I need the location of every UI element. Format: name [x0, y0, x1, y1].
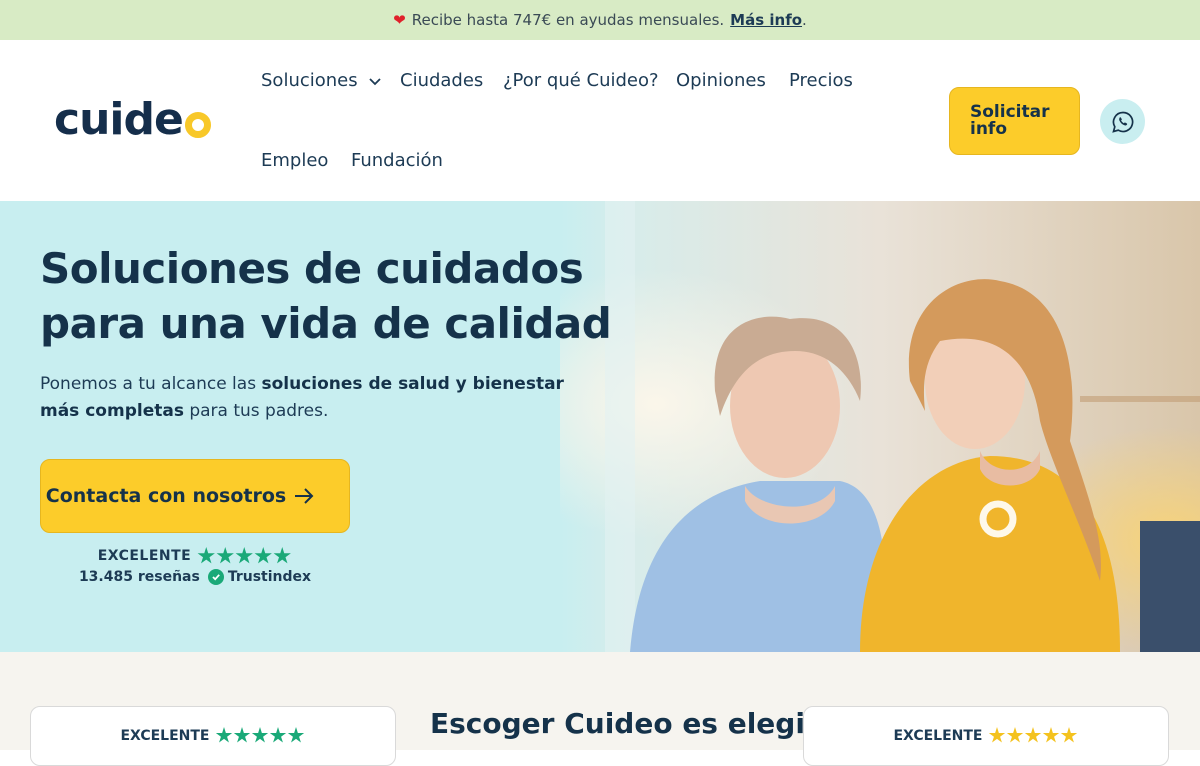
- star-icon: [287, 727, 305, 743]
- trustindex-label: Trustindex: [227, 569, 312, 585]
- star-icon: [216, 547, 234, 564]
- hero-subtitle-part3: para tus padres.: [183, 401, 329, 421]
- why-cuideo-section: EXCELENTE Escoger Cuideo es elegir EXCEL…: [0, 652, 1200, 766]
- nav-opiniones[interactable]: Opiniones: [676, 70, 766, 91]
- chevron-down-icon: [368, 77, 381, 85]
- nav-empleo[interactable]: Empleo: [261, 150, 328, 171]
- star-icon: [233, 727, 251, 743]
- rating-row: EXCELENTE: [804, 727, 1168, 744]
- announcement-text: Recibe hasta 747€ en ayudas mensuales.: [411, 11, 725, 29]
- hero-photo-caregiver-and-senior: [560, 201, 1200, 652]
- logo-text: cuide: [54, 94, 184, 145]
- star-icon: [1060, 727, 1078, 743]
- star-icon: [1006, 727, 1024, 743]
- hero-subtitle: Ponemos a tu alcance las soluciones de s…: [40, 371, 600, 425]
- five-stars-icon: [197, 547, 292, 565]
- contact-us-button[interactable]: Contacta con nosotros: [40, 459, 350, 533]
- five-stars-icon: [988, 727, 1079, 744]
- star-icon: [988, 727, 1006, 743]
- reviews-row: 13.485 reseñas Trustindex: [40, 569, 350, 585]
- star-icon: [1042, 727, 1060, 743]
- nav-label: Empleo: [261, 150, 329, 171]
- request-info-button[interactable]: Solicitar info: [949, 87, 1080, 155]
- five-stars-icon: [215, 727, 306, 744]
- nav-label: Ciudades: [400, 70, 484, 91]
- contact-us-label: Contacta con nosotros: [45, 485, 287, 507]
- section-title: Escoger Cuideo es elegir: [430, 707, 819, 740]
- nav-precios[interactable]: Precios: [789, 70, 853, 91]
- rating-label: EXCELENTE: [893, 727, 983, 744]
- star-icon: [254, 547, 272, 564]
- rating-row: EXCELENTE: [40, 547, 350, 565]
- star-icon: [273, 547, 291, 564]
- whatsapp-button[interactable]: [1100, 99, 1145, 144]
- cuideo-logo[interactable]: cuide: [54, 98, 211, 142]
- heart-icon: ❤: [393, 11, 406, 29]
- hero-section: Soluciones de cuidados para una vida de …: [0, 201, 1200, 652]
- reviews-count: 13.485 reseñas: [78, 569, 200, 585]
- nav-label: Fundación: [351, 150, 443, 171]
- rating-label: EXCELENTE: [120, 727, 210, 744]
- arrow-right-icon: [295, 488, 314, 504]
- star-icon: [269, 727, 287, 743]
- rating-label: EXCELENTE: [97, 548, 192, 564]
- star-icon: [197, 547, 215, 564]
- announcement-bar: ❤ Recibe hasta 747€ en ayudas mensuales.…: [0, 0, 1200, 40]
- rating-card-right[interactable]: EXCELENTE: [803, 706, 1169, 766]
- nav-ciudades[interactable]: Ciudades: [400, 70, 483, 91]
- star-icon: [1024, 727, 1042, 743]
- nav-label: Opiniones: [676, 70, 766, 91]
- request-info-label: Solicitar info: [970, 102, 1050, 139]
- nav-label: Soluciones: [261, 70, 358, 91]
- trustindex-rating[interactable]: EXCELENTE 13.485 reseñas Trustindex: [40, 547, 350, 585]
- nav-soluciones[interactable]: Soluciones: [261, 70, 382, 91]
- star-icon: [235, 547, 253, 564]
- whatsapp-icon: [1111, 111, 1133, 133]
- more-info-link[interactable]: Más info: [730, 11, 802, 29]
- hero-subtitle-part1: Ponemos a tu alcance las: [40, 374, 262, 394]
- verified-check-icon: [207, 569, 224, 585]
- nav-por-que-cuideo[interactable]: ¿Por qué Cuideo?: [503, 70, 659, 91]
- hero-title: Soluciones de cuidados para una vida de …: [40, 244, 612, 348]
- rating-row: EXCELENTE: [31, 727, 395, 744]
- site-header: cuide Soluciones Ciudades ¿Por qué Cuide…: [0, 40, 1200, 201]
- nav-fundacion[interactable]: Fundación: [351, 150, 443, 171]
- announcement-period: .: [802, 11, 807, 29]
- star-icon: [251, 727, 269, 743]
- star-icon: [215, 727, 233, 743]
- logo-ring-icon: [184, 112, 211, 138]
- nav-label: Precios: [789, 70, 853, 91]
- nav-label: ¿Por qué Cuideo?: [503, 70, 659, 91]
- rating-card-left[interactable]: EXCELENTE: [30, 706, 396, 766]
